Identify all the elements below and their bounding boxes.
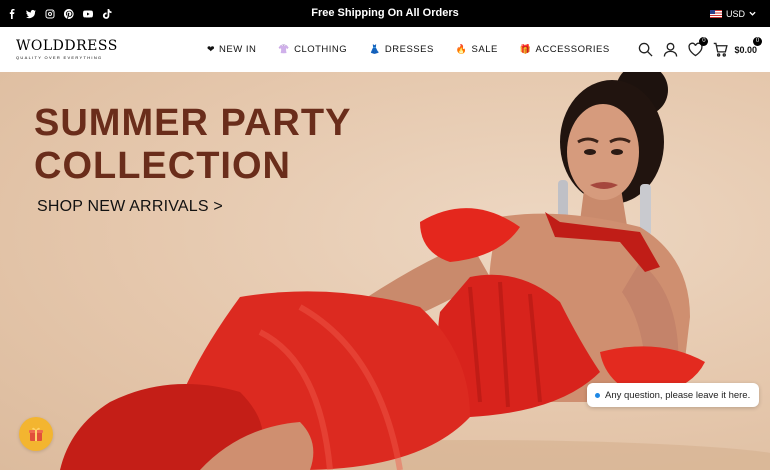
nav-clothing[interactable]: 👚 CLOTHING: [278, 44, 347, 55]
heart-icon: ❤: [207, 44, 216, 54]
search-icon[interactable]: [638, 42, 653, 57]
hero-title-line-2: COLLECTION: [34, 145, 291, 187]
nav-sale[interactable]: 🔥 SALE: [456, 44, 498, 55]
site-logo[interactable]: WOLDDRESS QUALITY OVER EVERYTHING: [16, 39, 118, 60]
header-actions: 0 0 $0.00: [638, 27, 762, 72]
chevron-down-icon: [749, 9, 756, 19]
main-nav: ❤ NEW IN 👚 CLOTHING 👗 DRESSES 🔥 SALE 🎁 A…: [207, 27, 610, 72]
social-links: [7, 0, 112, 27]
nav-accessories[interactable]: 🎁 ACCESSORIES: [520, 44, 610, 55]
gift-icon: [29, 427, 43, 441]
twitter-icon[interactable]: [26, 9, 36, 19]
cart-count-badge: 0: [753, 37, 762, 46]
gift-button[interactable]: [19, 417, 53, 451]
hero-title: SUMMER PARTY COLLECTION: [34, 102, 351, 188]
currency-label: USD: [725, 8, 745, 19]
nav-label: DRESSES: [384, 44, 434, 55]
us-flag-icon: [709, 9, 722, 18]
chat-prompt-text: Any question, please leave it here.: [605, 389, 751, 401]
currency-selector[interactable]: USD: [709, 0, 756, 27]
nav-label: CLOTHING: [294, 44, 348, 55]
hero-title-line-1: SUMMER PARTY: [34, 102, 352, 144]
online-status-dot: [595, 392, 600, 398]
nav-new-in[interactable]: ❤ NEW IN: [207, 44, 256, 55]
pinterest-icon[interactable]: [64, 8, 74, 19]
tshirt-icon: 👚: [278, 44, 291, 54]
logo-tagline: QUALITY OVER EVERYTHING: [16, 55, 103, 60]
wishlist-count-badge: 0: [699, 37, 709, 46]
wishlist-button[interactable]: 0: [688, 37, 709, 57]
cart-icon: [714, 42, 729, 57]
hero-banner[interactable]: SUMMER PARTY COLLECTION SHOP NEW ARRIVAL…: [0, 72, 770, 470]
youtube-icon[interactable]: [83, 9, 93, 19]
facebook-icon[interactable]: [7, 8, 17, 19]
site-header: WOLDDRESS QUALITY OVER EVERYTHING ❤ NEW …: [0, 27, 770, 72]
gift-icon: 🎁: [519, 44, 532, 54]
nav-label: NEW IN: [219, 44, 257, 55]
account-icon[interactable]: [663, 42, 678, 57]
tiktok-icon[interactable]: [102, 8, 112, 19]
cart-button[interactable]: 0 $0.00: [713, 37, 762, 57]
cart-total: $0.00: [734, 44, 757, 55]
nav-dresses[interactable]: 👗 DRESSES: [369, 44, 434, 55]
shop-new-arrivals-link[interactable]: SHOP NEW ARRIVALS >: [37, 198, 223, 216]
nav-label: ACCESSORIES: [535, 44, 610, 55]
instagram-icon[interactable]: [45, 9, 55, 19]
chat-prompt-bubble[interactable]: Any question, please leave it here.: [587, 383, 759, 407]
top-announcement-bar: Free Shipping On All Orders USD: [0, 0, 770, 27]
logo-wordmark: WOLDDRESS: [16, 38, 118, 54]
dress-icon: 👗: [369, 44, 381, 54]
nav-label: SALE: [471, 44, 498, 55]
announcement-text: Free Shipping On All Orders: [311, 7, 459, 19]
fire-icon: 🔥: [455, 44, 468, 54]
